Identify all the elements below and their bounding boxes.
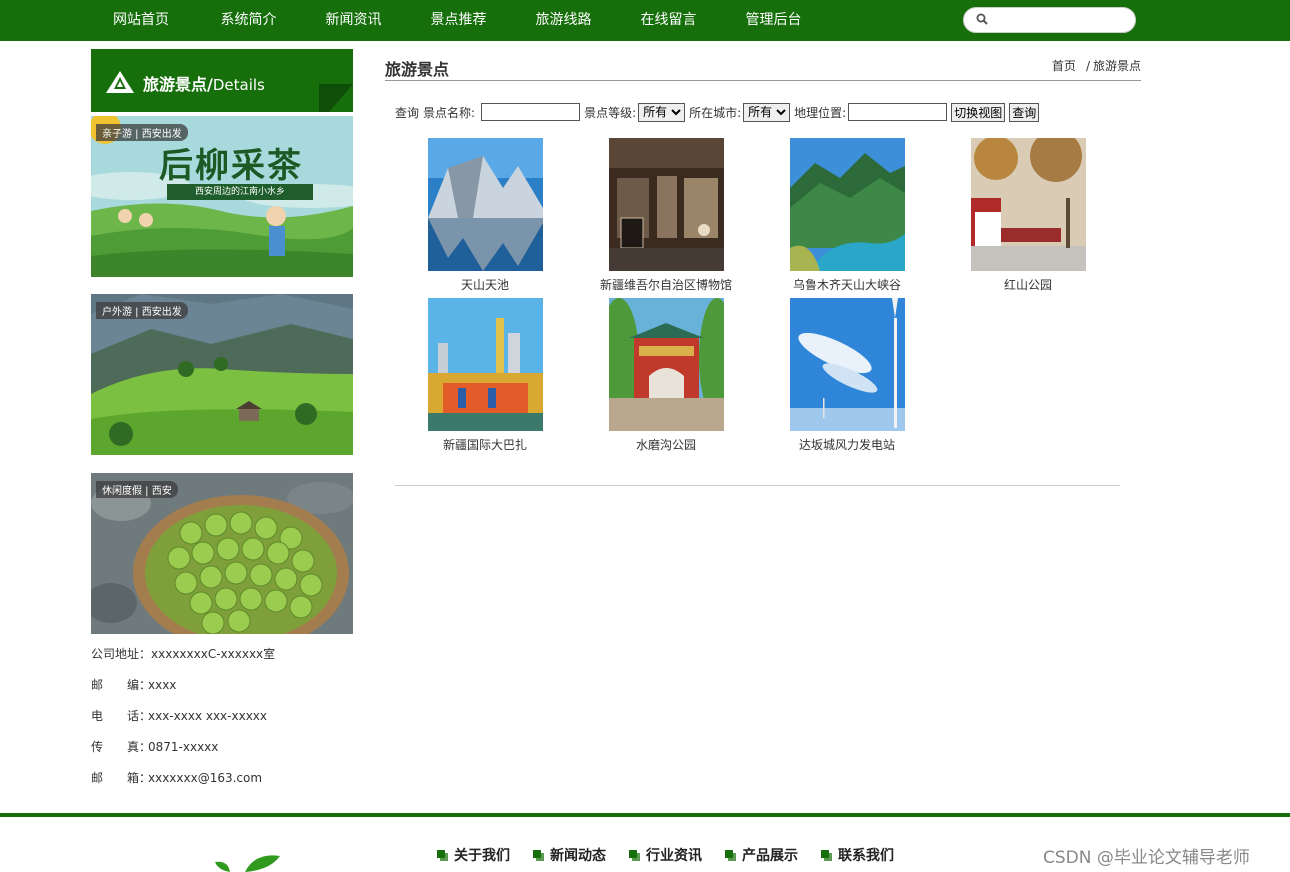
scene-image[interactable] [427,298,543,431]
search-icon[interactable] [976,13,988,25]
scene-image[interactable] [427,138,543,271]
search-box [963,7,1136,33]
scene-image[interactable] [789,138,905,271]
footer-link-contact[interactable]: 联系我们 [821,845,894,865]
scene-image[interactable] [608,138,724,271]
sidebar-header: 旅游景点/Details [91,49,353,112]
promo-tea-picking[interactable]: 亲子游 | 西安出发 后柳采茶 西安周边的江南小水乡 [91,116,353,277]
nav-scenic[interactable]: 景点推荐 [406,0,511,41]
query-label: 查询 [395,105,420,120]
green-square-icon [725,849,736,861]
promo-leisure[interactable]: 休闲度假 | 西安 [91,473,353,634]
leaf-logo-icon [215,855,280,872]
footer-link-industry[interactable]: 行业资讯 [629,845,702,865]
sidebar-title: 旅游景点/Details [143,75,265,94]
scene-name[interactable]: 乌鲁木齐天山大峡谷 [767,276,927,293]
promo-tag: 户外游 | 西安出发 [96,302,188,319]
city-label: 所在城市: [689,105,742,120]
contact-phone: 电 话：xxx-xxxx xxx-xxxxx [91,709,267,723]
promo-tag: 休闲度假 | 西安 [96,481,178,498]
top-nav-bar: 网站首页 系统简介 新闻资讯 景点推荐 旅游线路 在线留言 管理后台 [0,0,1290,41]
contact-email: 邮 箱：xxxxxxx@163.com [91,771,263,785]
corner-fold-icon [319,84,353,112]
scene-card[interactable]: 天山天池 [405,138,565,293]
scene-name[interactable]: 新疆维吾尔自治区博物馆 [586,276,746,293]
promo-outdoor[interactable]: 户外游 | 西安出发 [91,294,353,455]
level-select[interactable]: 所有 [638,102,686,122]
scene-name[interactable]: 水磨沟公园 [586,436,746,453]
nav-news[interactable]: 新闻资讯 [301,0,406,41]
footer-link-products[interactable]: 产品展示 [725,845,798,865]
footer-link-news[interactable]: 新闻动态 [533,845,606,865]
footer-divider [0,813,1290,817]
scene-image[interactable] [970,138,1086,271]
scene-card[interactable]: 红山公园 [948,138,1108,293]
green-square-icon [821,849,832,861]
scene-name[interactable]: 新疆国际大巴扎 [405,436,565,453]
scene-name[interactable]: 红山公园 [948,276,1108,293]
promo-subtitle: 西安周边的江南小水乡 [167,184,313,200]
geo-input[interactable] [848,103,948,121]
footer-links: 关于我们 新闻动态 行业资讯 产品展示 联系我们 [437,845,917,865]
nav-message[interactable]: 在线留言 [616,0,721,41]
city-select[interactable]: 所有 [743,102,791,122]
breadcrumb-home[interactable]: 首页 [1052,59,1076,73]
scene-image[interactable] [789,298,905,431]
level-label: 景点等级: [584,105,637,120]
name-label: 景点名称: [423,105,476,120]
scene-card[interactable]: 达坂城风力发电站 [767,298,927,453]
scene-card[interactable]: 新疆维吾尔自治区博物馆 [586,138,746,293]
footer-link-about[interactable]: 关于我们 [437,845,510,865]
green-square-icon [533,849,544,861]
nav-intro[interactable]: 系统简介 [196,0,301,41]
query-bar: 查询 景点名称: 景点等级: 所有 所在城市: 所有 地理位置: 切换视图 查询 [395,102,1043,122]
nav-home[interactable]: 网站首页 [91,0,196,41]
tree-logo-icon [106,71,134,93]
green-square-icon [629,849,640,861]
query-button[interactable]: 查询 [1009,102,1040,122]
scene-name[interactable]: 达坂城风力发电站 [767,436,927,453]
switch-view-button[interactable]: 切换视图 [951,102,1006,122]
scene-name-input[interactable] [481,103,581,121]
contact-address: 公司地址：xxxxxxxxC-xxxxxx室 [91,647,276,661]
geo-label: 地理位置: [794,105,847,120]
search-input[interactable] [994,11,1129,29]
main-header: 旅游景点 首页 / 旅游景点 [385,52,1141,81]
green-square-icon [437,849,448,861]
page-title: 旅游景点 [385,60,450,79]
scene-card[interactable]: 水磨沟公园 [586,298,746,453]
main-nav: 网站首页 系统简介 新闻资讯 景点推荐 旅游线路 在线留言 管理后台 [91,0,826,41]
promo-title: 后柳采茶 [159,146,303,186]
csdn-watermark: CSDN @毕业论文辅导老师 [1043,848,1250,868]
breadcrumb: 首页 / 旅游景点 [1051,59,1141,73]
content-divider [395,485,1120,486]
nav-routes[interactable]: 旅游线路 [511,0,616,41]
scene-card[interactable]: 乌鲁木齐天山大峡谷 [767,138,927,293]
contact-fax: 传 真：0871-xxxxx [91,740,219,754]
scene-image[interactable] [608,298,724,431]
scene-card[interactable]: 新疆国际大巴扎 [405,298,565,453]
breadcrumb-current: 旅游景点 [1092,59,1141,73]
contact-postcode: 邮 编：xxxx [91,678,177,692]
nav-admin[interactable]: 管理后台 [721,0,826,41]
scene-name[interactable]: 天山天池 [405,276,565,293]
